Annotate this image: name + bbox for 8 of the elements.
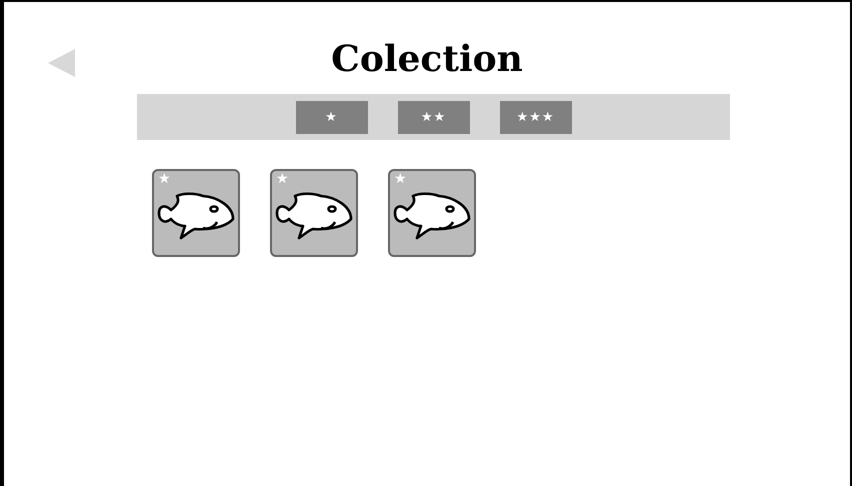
star-rating-label: ★ (394, 171, 407, 187)
star-filter-tab[interactable]: ★★ (398, 100, 470, 134)
star-filter-tab[interactable]: ★ (296, 100, 368, 134)
star-filter-tab[interactable]: ★★★ (500, 100, 572, 134)
page-title: Colection (331, 37, 523, 80)
back-icon[interactable] (48, 48, 76, 78)
star-rating-label: ★ (276, 171, 289, 187)
star-rating-label: ★ (158, 171, 171, 187)
